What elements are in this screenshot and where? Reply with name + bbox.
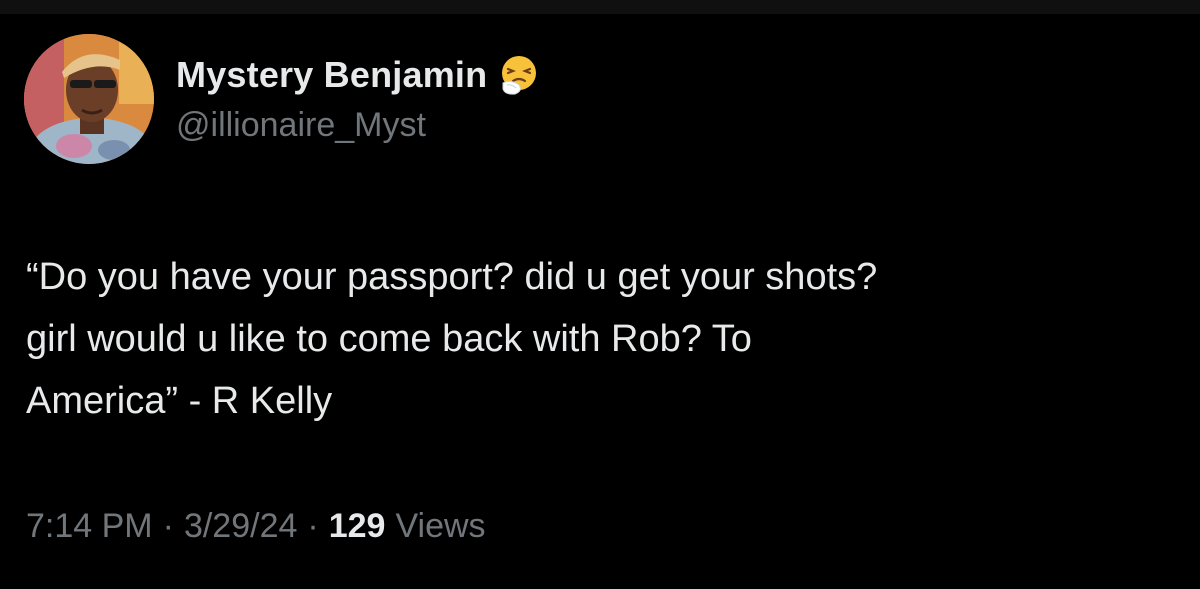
views-label[interactable]: Views [395,507,485,546]
top-edge-strip [0,0,1200,14]
tweet-card: Mystery Benjamin @illionaire_Myst “Do yo… [0,14,1200,589]
meta-separator: · [162,506,174,545]
tweet-date[interactable]: 3/29/24 [184,507,297,546]
meta-separator: · [307,506,319,545]
tweet-metadata: 7:14 PM · 3/29/24 · 129 Views [26,504,486,548]
author-handle[interactable]: @illionaire_Myst [176,106,426,145]
sneezing-face-icon [502,56,537,95]
tweet-text: “Do you have your passport? did u get yo… [26,256,878,422]
author-name-row[interactable]: Mystery Benjamin [176,54,541,96]
views-count[interactable]: 129 [329,507,386,546]
author-display-name[interactable]: Mystery Benjamin [176,54,487,96]
tweet-time[interactable]: 7:14 PM [26,507,153,546]
avatar-photo [24,34,154,164]
avatar[interactable] [24,34,154,164]
